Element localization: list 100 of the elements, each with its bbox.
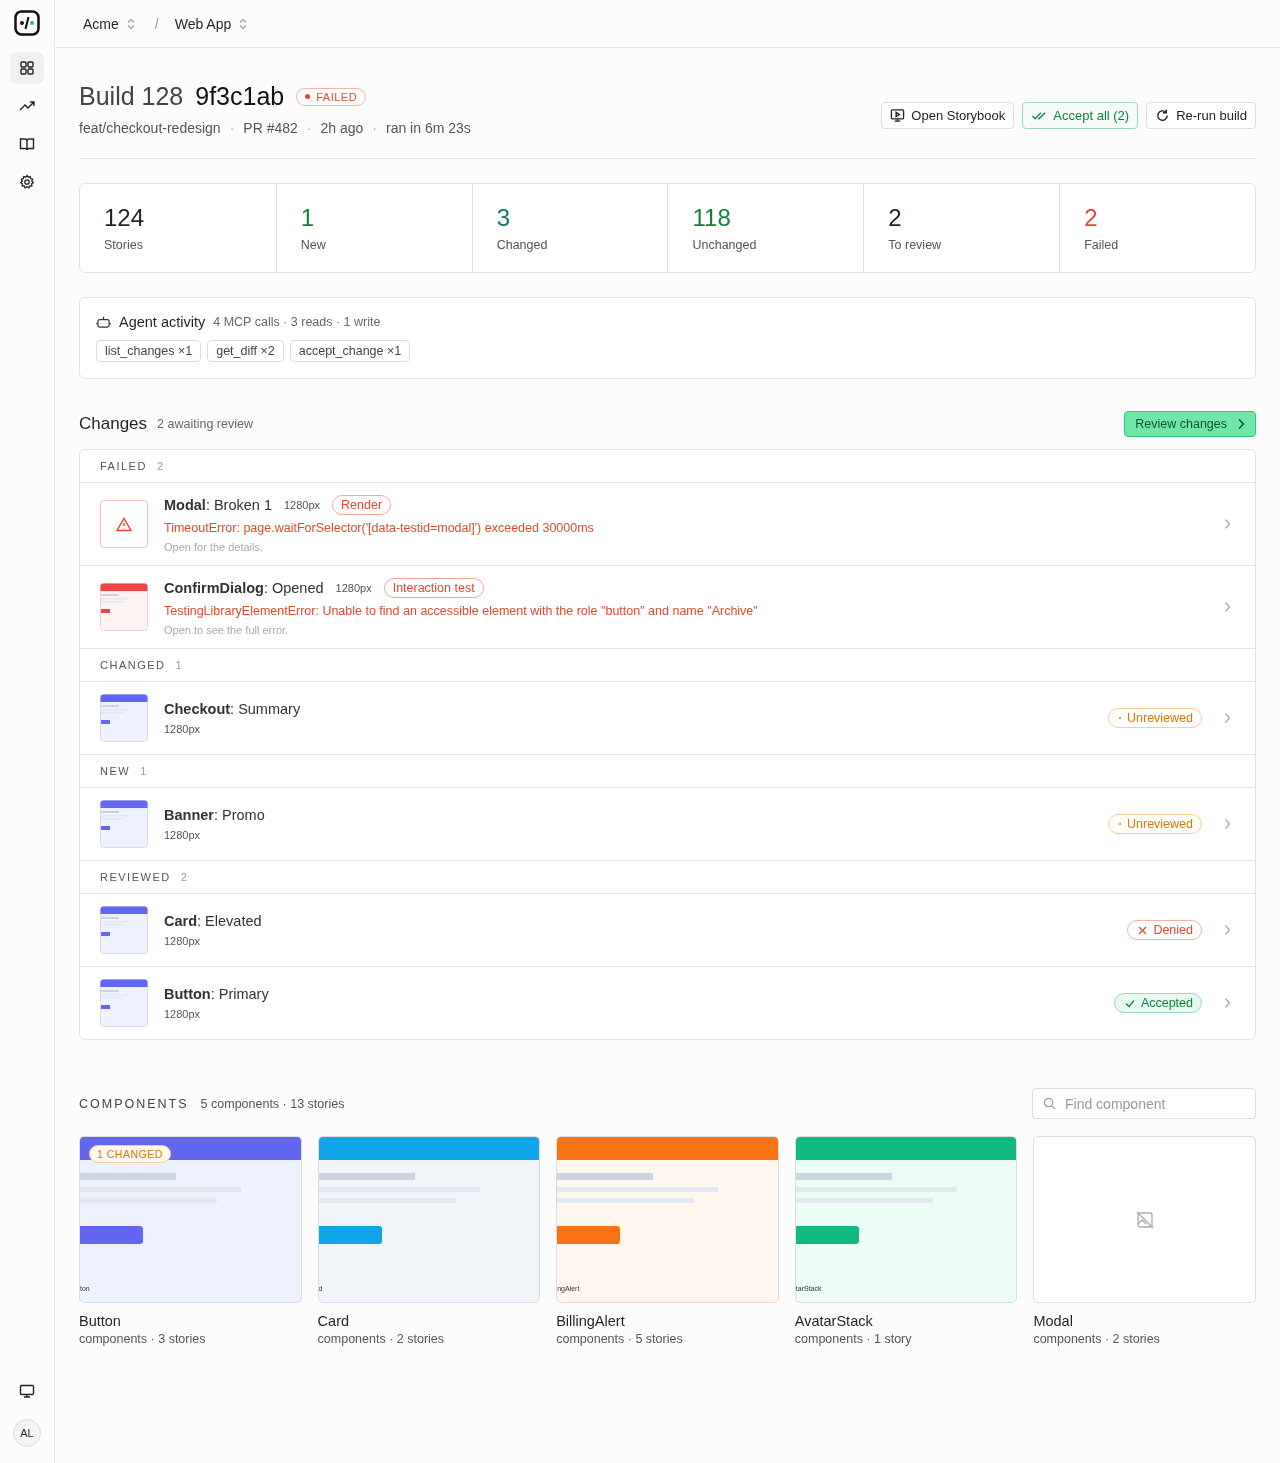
separator-dot: · [306, 120, 312, 136]
component-meta: components · 2 stories [1033, 1332, 1161, 1346]
monitor-play-icon [890, 107, 906, 123]
chevron-right-icon [1224, 818, 1231, 830]
stat-label: Stories [104, 238, 144, 252]
stat-value: 2 [888, 204, 903, 232]
stat-value: 1 [300, 204, 316, 232]
story-thumbnail [100, 906, 148, 954]
group-label: NEW [100, 765, 131, 777]
component-meta: components · 5 stories [556, 1332, 684, 1346]
robot-icon [96, 315, 111, 329]
story-thumbnail [100, 979, 148, 1027]
component-meta: components · 3 stories [79, 1332, 207, 1346]
stat-value: 3 [496, 204, 511, 232]
review-status-badge: Unreviewed [1108, 708, 1202, 728]
components-title: COMPONENTS [79, 1096, 189, 1111]
search-field[interactable]: Find component [1032, 1088, 1256, 1119]
action-button[interactable]: Open Storybook [881, 101, 1015, 129]
user-avatar[interactable]: AL [13, 1419, 41, 1447]
viewport-size: 1280px [164, 723, 202, 735]
preview-button-shape [795, 1226, 859, 1244]
stat-label: New [300, 238, 327, 252]
story-name: Checkout: Summary [164, 701, 301, 717]
tool-call-chip: accept_change ×1 [289, 340, 411, 362]
breadcrumb-separator: / [154, 15, 159, 32]
book-icon [19, 136, 35, 152]
build-title: Build 128 [79, 82, 184, 111]
change-row[interactable]: Card: Elevated 1280px Denied [80, 894, 1255, 966]
stat-label: Failed [1084, 238, 1120, 252]
logo-icon[interactable] [14, 10, 40, 36]
build-meta: feat/checkout-redesign [79, 120, 221, 136]
stat-label: To review [888, 238, 943, 252]
group-count: 2 [180, 871, 189, 883]
chevron-right-icon [1224, 712, 1231, 724]
group-count: 1 [140, 765, 148, 777]
monitor-icon[interactable] [19, 1383, 35, 1399]
settings-icon [19, 174, 35, 190]
action-button[interactable]: Re-run build [1146, 101, 1256, 129]
chevron-right-icon [1237, 418, 1245, 430]
preview-button-shape [80, 1226, 143, 1244]
review-status-badge: Accepted [1113, 993, 1202, 1013]
components-summary: 5 components · 13 stories [200, 1096, 345, 1111]
preview-button-shape [557, 1226, 621, 1244]
separator-dot: · [372, 120, 377, 136]
component-name[interactable]: AvatarStack [794, 1313, 1018, 1329]
refresh-icon [1155, 107, 1171, 123]
stat-value: 2 [1084, 204, 1099, 232]
grid-icon [19, 60, 35, 76]
group-label: REVIEWED [100, 871, 171, 883]
changed-badge: 1 CHANGED [89, 1145, 171, 1163]
review-changes-button[interactable]: Review changes [1124, 411, 1256, 437]
chevron-right-icon [1224, 924, 1231, 936]
action-button[interactable]: Accept all (2) [1022, 101, 1139, 129]
build-meta: PR #482 [243, 120, 298, 136]
stat-label: Unchanged [692, 238, 758, 252]
error-message: TestingLibraryElementError: Unable to find an accessible element with the role "button" and name "Archive" [164, 604, 759, 618]
group-label: CHANGED [100, 659, 166, 671]
commit-hash: 9f3c1ab [195, 82, 285, 111]
story-name: Card: Elevated [164, 913, 262, 929]
breadcrumb-item[interactable]: Acme [83, 15, 119, 32]
story-name: Button: Primary [164, 986, 269, 1002]
change-row[interactable]: Checkout: Summary 1280px Unreviewed [80, 682, 1255, 754]
stat-label: Changed [496, 238, 549, 252]
component-meta: components · 1 story [794, 1332, 913, 1346]
chevron-right-icon [1224, 997, 1231, 1009]
story-thumbnail [100, 583, 148, 631]
viewport-size: 1280px [284, 499, 321, 511]
error-hint: Open for the details. [164, 541, 265, 553]
story-thumbnail [100, 800, 148, 848]
group-count: 1 [175, 659, 184, 671]
viewport-size: 1280px [164, 829, 202, 841]
component-name[interactable]: Card [317, 1313, 541, 1329]
build-meta: 2h ago [320, 120, 364, 136]
component-name[interactable]: Modal [1033, 1313, 1256, 1329]
error-hint: Open to see the full error. [164, 624, 290, 636]
agent-activity-summary: 4 MCP calls · 3 reads · 1 write [213, 315, 381, 329]
component-name[interactable]: Button [79, 1313, 302, 1329]
agent-activity-title: Agent activity [119, 314, 206, 330]
chevron-right-icon [1224, 601, 1231, 613]
story-thumbnail [100, 694, 148, 742]
component-meta: components · 2 stories [317, 1332, 446, 1346]
viewport-size: 1280px [164, 1008, 202, 1020]
change-row[interactable]: ConfirmDialog: Opened 1280px Interaction test TestingLibraryElementError: Unable to find an accessible element with the role "button" and name "Archive" Open to see the full error. [80, 565, 1255, 648]
story-name: Modal: Broken 1 [164, 497, 272, 513]
component-name[interactable]: BillingAlert [556, 1313, 779, 1329]
tool-call-chip: list_changes ×1 [96, 340, 202, 362]
breadcrumb-item[interactable]: Web App [174, 15, 232, 32]
nav-item[interactable] [10, 52, 44, 84]
review-status-badge: Unreviewed [1108, 814, 1202, 834]
tool-call-chip: get_diff ×2 [207, 340, 284, 362]
story-name: Banner: Promo [164, 807, 265, 823]
change-row[interactable]: Button: Primary 1280px Accepted [80, 966, 1255, 1039]
changes-subtitle: 2 awaiting review [157, 417, 253, 431]
change-row[interactable]: Banner: Promo 1280px Unreviewed [80, 788, 1255, 860]
stat-value: 118 [692, 204, 732, 232]
image-off-icon [1135, 1210, 1154, 1229]
group-label: FAILED [100, 460, 147, 472]
preview-button-shape [318, 1226, 382, 1244]
change-row[interactable]: Modal: Broken 1 1280px Render TimeoutError: page.waitForSelector('[data-testid=modal]') exceeded 30000ms Open for the details. [80, 483, 1255, 565]
warning-icon [100, 500, 148, 548]
